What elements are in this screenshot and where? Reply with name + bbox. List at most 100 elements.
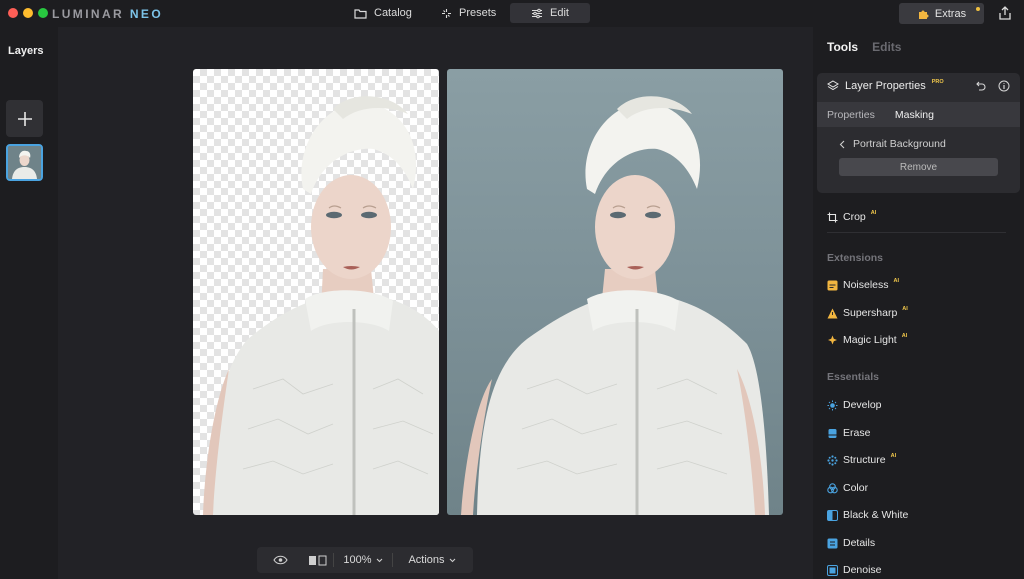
actions-label: Actions — [408, 554, 445, 566]
develop-label: Develop — [843, 399, 882, 411]
layer-properties-header: Layer Properties PRO — [827, 79, 944, 92]
logo-accent: NEO — [129, 7, 164, 21]
structure-label: Structure — [843, 454, 886, 466]
extras-button[interactable]: Extras — [899, 3, 984, 24]
tab-properties[interactable]: Properties — [817, 109, 885, 121]
layer-properties-card: Layer Properties PRO Properties Masking … — [817, 73, 1020, 193]
tab-masking[interactable]: Masking — [885, 109, 944, 121]
ai-badge: AI — [902, 306, 908, 312]
canvas-area — [58, 27, 813, 579]
presets-label: Presets — [459, 7, 497, 19]
back-to-portrait-background[interactable]: Portrait Background — [839, 138, 946, 150]
plus-icon — [17, 111, 32, 126]
layer-thumbnail[interactable] — [6, 144, 43, 181]
tool-develop[interactable]: Develop — [827, 399, 882, 411]
tool-color[interactable]: Color — [827, 482, 868, 494]
undo-icon[interactable] — [974, 80, 986, 92]
eraser-icon — [828, 428, 837, 438]
tool-magic-light[interactable]: Magic Light AI — [827, 333, 908, 346]
minimize-window-button[interactable] — [23, 8, 33, 18]
tool-denoise[interactable]: Denoise — [827, 564, 882, 576]
extensions-heading: Extensions — [827, 252, 884, 264]
details-icon — [827, 538, 838, 548]
logo-main: LUMINAR — [52, 7, 125, 21]
color-label: Color — [843, 482, 869, 494]
noiseless-label: Noiseless — [843, 279, 889, 291]
folder-icon — [354, 8, 367, 19]
original-preview-image[interactable] — [447, 69, 783, 515]
share-icon[interactable] — [997, 5, 1013, 21]
catalog-button[interactable]: Catalog — [344, 3, 422, 23]
details-label: Details — [843, 537, 876, 549]
close-window-button[interactable] — [8, 8, 18, 18]
tab-edits[interactable]: Edits — [872, 40, 901, 54]
puzzle-icon — [918, 10, 929, 19]
essentials-heading: Essentials — [827, 371, 879, 383]
top-bar: LUMINAR NEO Catalog Presets Edit Extras — [0, 0, 1024, 27]
edit-button[interactable]: Edit — [510, 3, 590, 23]
tool-structure[interactable]: Structure AI — [827, 453, 896, 466]
portrait-original-illustration — [461, 96, 769, 515]
cutout-preview-image[interactable] — [193, 69, 439, 515]
color-circles-icon — [827, 482, 838, 493]
noiseless-icon — [827, 280, 838, 290]
tool-details[interactable]: Details — [827, 537, 875, 549]
presets-button[interactable]: Presets — [431, 3, 506, 23]
black-white-icon — [827, 509, 838, 521]
panel-tabs: Tools Edits — [827, 40, 901, 54]
supersharp-icon — [827, 308, 838, 318]
remove-button[interactable]: Remove — [839, 158, 998, 176]
tool-black-white[interactable]: Black & White — [827, 509, 908, 521]
crop-label: Crop — [843, 211, 866, 223]
chevron-left-icon — [839, 140, 845, 148]
magic-light-label: Magic Light — [843, 334, 897, 346]
edit-label: Edit — [550, 7, 569, 19]
magic-light-icon — [828, 335, 837, 344]
layers-panel: Layers — [0, 27, 58, 579]
erase-label: Erase — [843, 427, 871, 439]
sliders-icon — [532, 8, 543, 18]
sparkle-icon — [442, 8, 451, 18]
eye-icon — [272, 555, 288, 565]
actions-dropdown[interactable]: Actions — [393, 547, 471, 573]
pro-badge: PRO — [931, 79, 944, 85]
split-view-icon — [309, 555, 327, 565]
structure-icon — [827, 454, 838, 466]
ai-badge: AI — [901, 333, 908, 339]
ai-badge: AI — [893, 278, 900, 284]
black-white-label: Black & White — [843, 509, 909, 521]
layer-properties-tabs: Properties Masking — [817, 102, 1020, 127]
zoom-window-button[interactable] — [38, 8, 48, 18]
tab-tools[interactable]: Tools — [827, 40, 858, 54]
crop-icon — [827, 212, 838, 222]
app-logo: LUMINAR NEO — [52, 7, 163, 21]
chevron-down-icon — [376, 558, 382, 562]
catalog-label: Catalog — [374, 7, 412, 19]
layer-properties-title: Layer Properties — [845, 80, 926, 92]
zoom-value: 100% — [343, 554, 372, 566]
compare-button[interactable] — [303, 547, 333, 573]
view-toolbar: 100% Actions — [257, 547, 473, 573]
tool-supersharp[interactable]: Supersharp AI — [827, 306, 908, 319]
add-layer-button[interactable] — [6, 100, 43, 137]
layers-icon — [827, 80, 839, 91]
tools-panel: Tools Edits Layer Properties PRO Propert… — [813, 27, 1024, 579]
preview-toggle-button[interactable] — [257, 547, 303, 573]
tool-erase[interactable]: Erase — [827, 427, 870, 439]
ai-badge: AI — [870, 210, 877, 216]
chevron-down-icon — [449, 558, 455, 562]
sun-icon — [827, 400, 838, 410]
zoom-dropdown[interactable]: 100% — [334, 547, 392, 573]
info-icon[interactable] — [998, 80, 1010, 92]
notification-dot — [976, 7, 980, 11]
back-label: Portrait Background — [853, 138, 946, 150]
layers-title: Layers — [8, 45, 44, 57]
denoise-icon — [827, 564, 838, 576]
tool-crop[interactable]: Crop AI — [827, 210, 877, 223]
divider — [827, 232, 1006, 233]
tool-noiseless[interactable]: Noiseless AI — [827, 278, 900, 291]
extras-label: Extras — [934, 7, 967, 20]
denoise-label: Denoise — [843, 564, 882, 576]
portrait-thumbnail-image — [8, 146, 41, 179]
portrait-cutout-illustration — [203, 96, 439, 515]
